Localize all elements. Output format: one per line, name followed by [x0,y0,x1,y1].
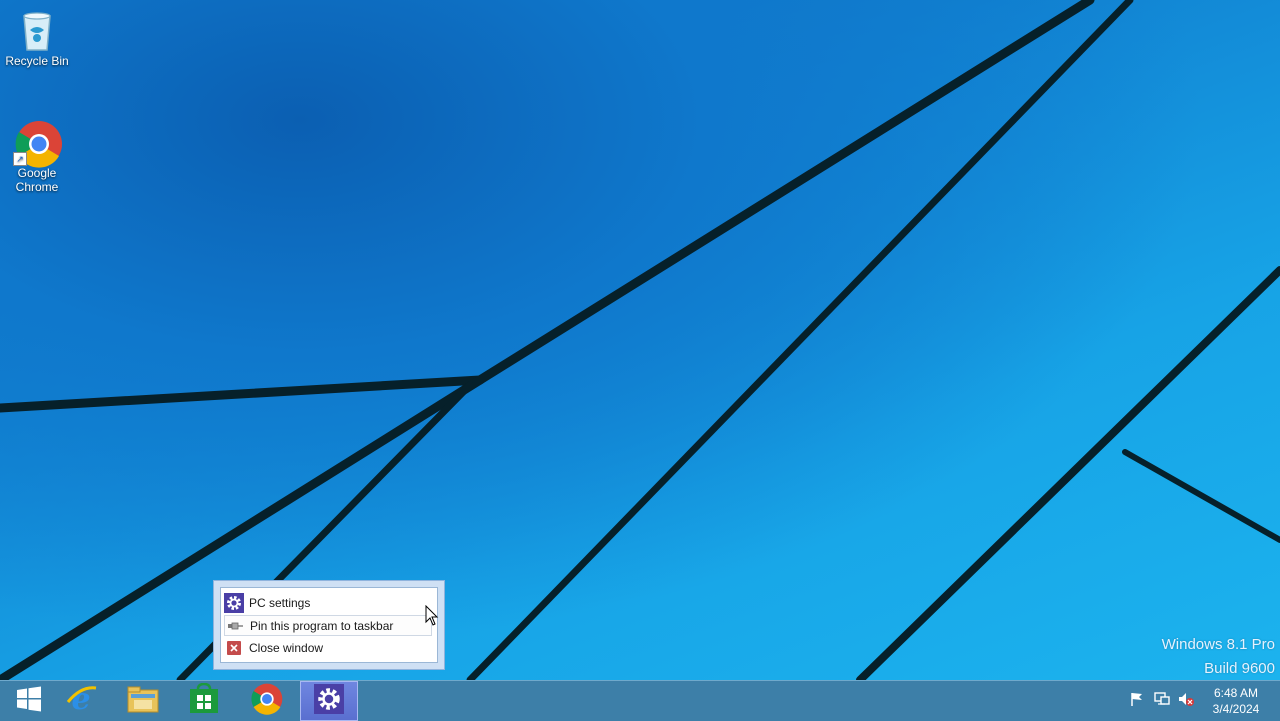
taskbar-chrome[interactable] [238,681,296,721]
desktop-icon-google-chrome[interactable]: ↗ Google Chrome [1,120,73,194]
jump-list-label: Pin this program to taskbar [250,618,394,633]
windows-logo-icon [15,685,43,718]
mouse-cursor-icon [425,605,439,626]
chrome-icon: ↗ [13,120,62,168]
jump-list-panel: PC settings Pin this program to taskbar … [220,587,438,663]
store-icon [188,682,220,720]
jump-list-label: PC settings [249,595,311,610]
start-button[interactable] [0,681,58,721]
desktop-icon-recycle-bin[interactable]: Recycle Bin [1,8,73,68]
gear-icon [224,592,244,613]
jump-list-label: Close window [249,640,324,655]
windows-edition-watermark: Windows 8.1 Pro [1161,636,1275,653]
taskbar: e 6:48 AM 3/4/2024 [0,680,1280,721]
taskbar-store[interactable] [175,681,233,721]
close-icon [224,638,244,658]
ie-icon: e [64,682,98,721]
desktop-icon-label: Google Chrome [15,166,59,194]
recycle-bin-icon [15,8,59,52]
shortcut-arrow-icon: ↗ [13,152,27,166]
tray-network[interactable] [1152,681,1172,721]
gear-icon [314,683,344,719]
windows-build-watermark: Build 9600 [1204,660,1275,677]
folder-icon [126,684,160,719]
jump-list: PC settings Pin this program to taskbar … [213,580,445,670]
taskbar-clock[interactable]: 6:48 AM 3/4/2024 [1206,685,1266,717]
pin-icon [225,616,245,636]
clock-date: 3/4/2024 [1212,702,1260,716]
jump-list-item-pin-to-taskbar[interactable]: Pin this program to taskbar [224,615,432,636]
taskbar-internet-explorer[interactable]: e [52,681,110,721]
tray-volume[interactable] [1176,681,1196,721]
desktop: Recycle Bin ↗ Google Chrome Windows 8.1 … [0,0,1280,680]
volume-muted-icon [1177,691,1195,712]
jump-list-item-pc-settings[interactable]: PC settings [224,592,432,613]
taskbar-pc-settings[interactable] [300,681,358,721]
taskbar-file-explorer[interactable] [114,681,172,721]
desktop-icon-label: Recycle Bin [5,54,69,68]
jump-list-item-close-window[interactable]: Close window [224,637,432,658]
network-icon [1153,691,1171,712]
tray-action-center[interactable] [1127,681,1147,721]
flag-icon [1129,691,1145,712]
clock-time: 6:48 AM [1213,686,1259,700]
wallpaper-lines [0,0,1280,680]
chrome-icon [251,683,283,720]
